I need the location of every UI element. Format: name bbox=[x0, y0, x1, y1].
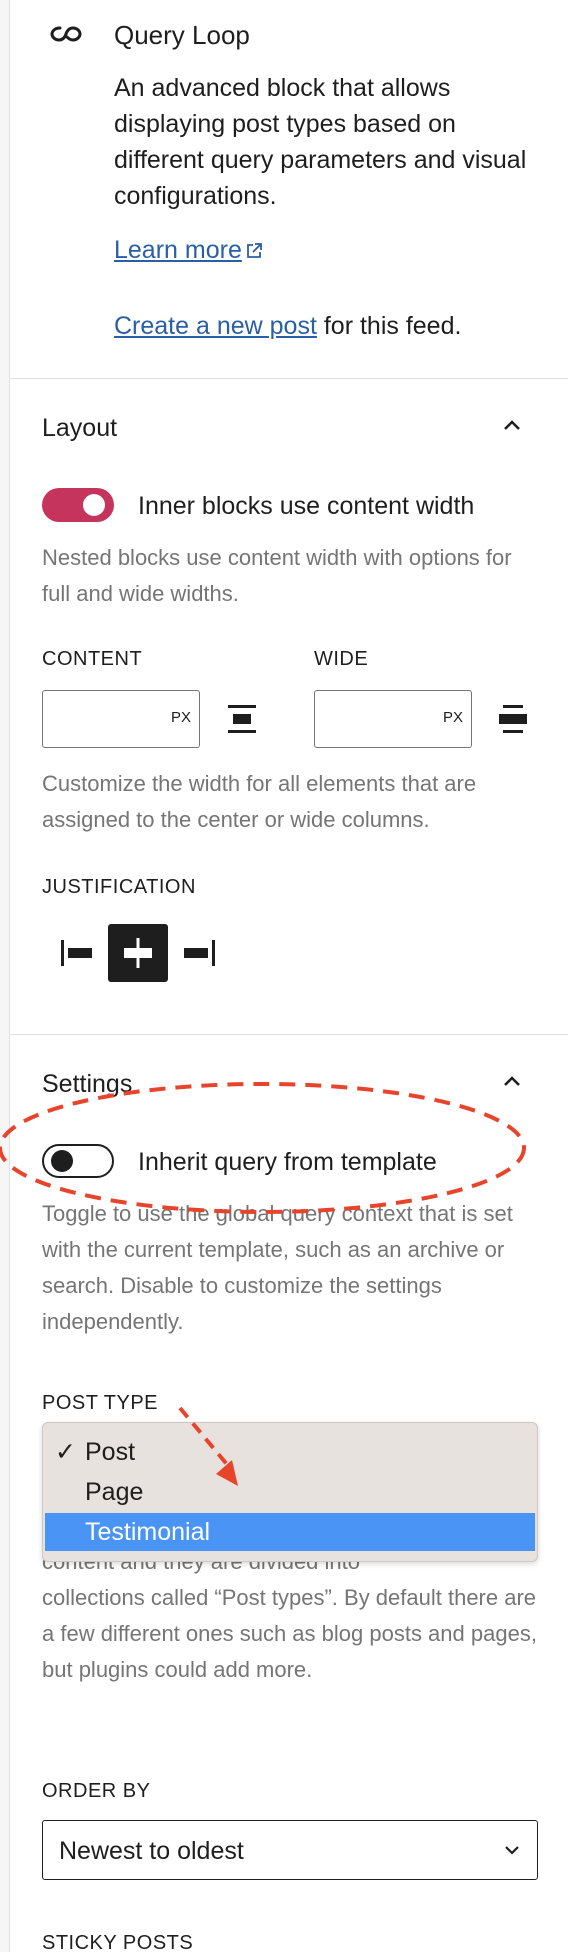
inherit-query-help: Toggle to use the global query context t… bbox=[42, 1201, 513, 1334]
panel-border bbox=[9, 0, 10, 1952]
order-by-select[interactable]: Newest to oldest bbox=[42, 1820, 538, 1880]
wide-label: WIDE bbox=[314, 648, 369, 670]
content-width-help: Nested blocks use content width with opt… bbox=[42, 545, 512, 606]
unit-label: PX bbox=[442, 709, 463, 726]
post-type-dropdown[interactable]: ✓ Post Page Testimonial bbox=[42, 1422, 538, 1562]
chevron-down-icon bbox=[505, 1846, 519, 1855]
justify-center-button[interactable] bbox=[108, 924, 168, 982]
width-help: Customize the width for all elements tha… bbox=[42, 771, 477, 832]
justify-left-icon bbox=[61, 940, 92, 966]
block-title: Query Loop bbox=[114, 20, 250, 50]
toggle-knob bbox=[83, 494, 105, 516]
create-post-link[interactable]: Create a new post bbox=[114, 312, 317, 340]
settings-panel-title[interactable]: Settings bbox=[42, 1070, 132, 1099]
checkmark-icon: ✓ bbox=[55, 1438, 76, 1466]
section-divider bbox=[10, 1034, 568, 1035]
create-post-suffix: for this feed. bbox=[316, 312, 462, 340]
inherit-query-toggle[interactable] bbox=[42, 1144, 114, 1178]
toggle-knob bbox=[51, 1150, 73, 1172]
content-width-label: Inner blocks use content width bbox=[138, 492, 475, 520]
unit-label: PX bbox=[170, 709, 191, 726]
justify-right-button[interactable] bbox=[168, 924, 228, 982]
post-type-option-testimonial[interactable]: Testimonial bbox=[45, 1513, 535, 1551]
layout-panel-title[interactable]: Layout bbox=[42, 414, 117, 443]
chevron-up-icon[interactable] bbox=[500, 1070, 524, 1094]
content-label: CONTENT bbox=[42, 648, 143, 670]
justify-center-icon bbox=[124, 938, 152, 968]
learn-more-label[interactable]: Learn more bbox=[114, 236, 242, 264]
option-label: Page bbox=[85, 1478, 144, 1506]
justify-left-button[interactable] bbox=[48, 924, 108, 982]
justification-label: JUSTIFICATION bbox=[42, 876, 196, 898]
wide-width-icon bbox=[499, 705, 527, 733]
block-description: An advanced block that allows displaying… bbox=[114, 74, 527, 210]
content-width-toggle[interactable] bbox=[42, 488, 114, 522]
post-type-option-page[interactable]: Page bbox=[45, 1473, 535, 1511]
section-divider bbox=[10, 378, 568, 379]
option-label: Post bbox=[85, 1438, 136, 1466]
wide-width-input[interactable]: PX bbox=[314, 690, 472, 748]
post-type-label: POST TYPE bbox=[42, 1392, 159, 1414]
create-post-row: Create a new post for this feed. bbox=[114, 312, 461, 341]
order-by-label: ORDER BY bbox=[42, 1780, 151, 1802]
inherit-query-label: Inherit query from template bbox=[138, 1148, 437, 1176]
learn-more-link[interactable]: Learn more bbox=[114, 236, 264, 265]
left-gutter bbox=[0, 0, 9, 1952]
query-loop-icon bbox=[50, 26, 82, 42]
justify-right-icon bbox=[184, 940, 215, 966]
content-width-icon bbox=[228, 705, 256, 733]
external-link-icon bbox=[246, 243, 262, 259]
post-type-option-post[interactable]: ✓ Post bbox=[45, 1433, 535, 1471]
content-width-input[interactable]: PX bbox=[42, 690, 200, 748]
post-type-help: collections called “Post types”. By defa… bbox=[42, 1585, 537, 1682]
option-label: Testimonial bbox=[85, 1518, 211, 1546]
order-by-value: Newest to oldest bbox=[59, 1837, 244, 1865]
chevron-up-icon[interactable] bbox=[500, 414, 524, 438]
